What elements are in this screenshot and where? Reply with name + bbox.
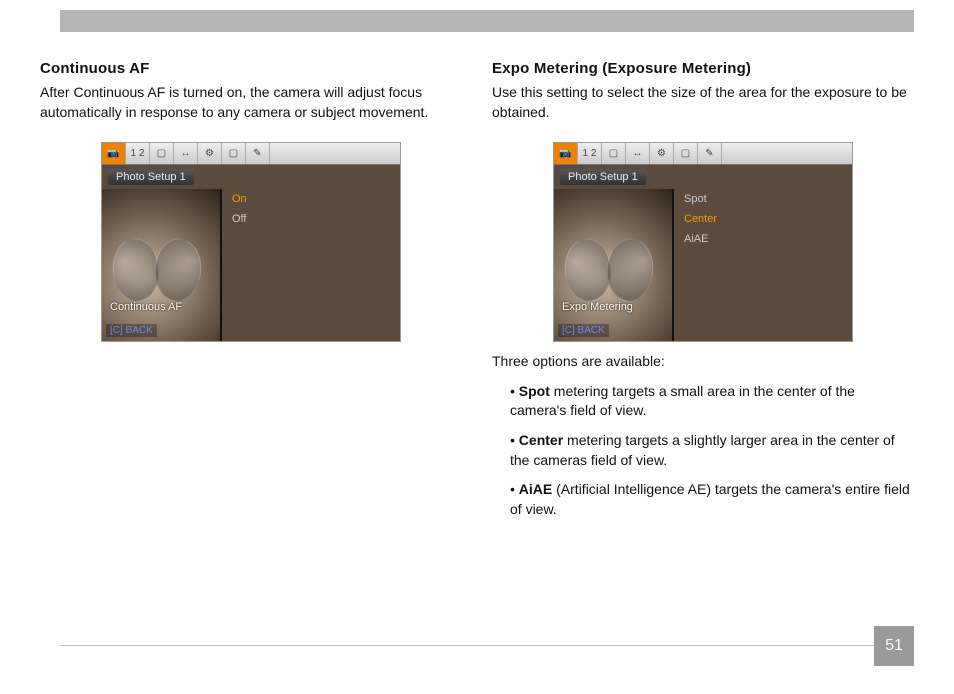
- bullet-aiae-text: (Artificial Intelligence AE) targets the…: [510, 481, 910, 517]
- option-list: On Off: [222, 189, 400, 229]
- bullet-spot: • Spot metering targets a small area in …: [510, 382, 914, 421]
- expo-metering-heading: Expo Metering (Exposure Metering): [492, 60, 914, 77]
- bullet-center-label: Center: [519, 432, 563, 448]
- tab-12: 1 2: [126, 143, 150, 164]
- back-hint: [C] BACK: [558, 324, 609, 337]
- manual-page: Continuous AF After Continuous AF is tur…: [0, 0, 954, 694]
- option-spot: Spot: [674, 189, 852, 209]
- two-column-layout: Continuous AF After Continuous AF is tur…: [40, 0, 914, 529]
- breadcrumb-photo-setup: Photo Setup 1: [560, 169, 646, 185]
- tab-icon: ↔: [626, 143, 650, 164]
- expo-metering-body: Use this setting to select the size of t…: [492, 83, 914, 122]
- tab-icon: ⚙: [198, 143, 222, 164]
- menu-section-label: Continuous AF: [110, 301, 182, 313]
- continuous-af-screenshot: 📷 1 2 ▢ ↔ ⚙ ▢ ✎ Photo Setup 1 Continuous…: [101, 142, 401, 342]
- options-intro: Three options are available:: [492, 352, 914, 372]
- expo-metering-screenshot: 📷 1 2 ▢ ↔ ⚙ ▢ ✎ Photo Setup 1 Expo Meter…: [553, 142, 853, 342]
- bullet-center: • Center metering targets a slightly lar…: [510, 431, 914, 470]
- tab-icon: ✎: [246, 143, 270, 164]
- tab-icon: ▢: [602, 143, 626, 164]
- bullet-center-text: metering targets a slightly larger area …: [510, 432, 895, 468]
- footer-rule: [60, 645, 874, 646]
- camera-tab-icon: 📷: [102, 143, 126, 164]
- tab-icon: ✎: [698, 143, 722, 164]
- bullet-aiae-label: AiAE: [519, 481, 552, 497]
- option-off: Off: [222, 209, 400, 229]
- tab-12: 1 2: [578, 143, 602, 164]
- options-bullets: • Spot metering targets a small area in …: [492, 382, 914, 520]
- tab-icon: ⚙: [650, 143, 674, 164]
- right-column: Expo Metering (Exposure Metering) Use th…: [492, 60, 914, 529]
- option-aiae: AiAE: [674, 229, 852, 249]
- butterfly-graphic: [564, 239, 654, 309]
- bullet-spot-text: metering targets a small area in the cen…: [510, 383, 855, 419]
- menu-left-bg: [554, 189, 672, 341]
- menu-left-bg: [102, 189, 220, 341]
- header-bar: [60, 10, 914, 32]
- menu-section-label: Expo Metering: [562, 301, 633, 313]
- tab-icon: ↔: [174, 143, 198, 164]
- tab-icon: ▢: [222, 143, 246, 164]
- menu-tabs: 📷 1 2 ▢ ↔ ⚙ ▢ ✎: [102, 143, 400, 165]
- menu-tabs: 📷 1 2 ▢ ↔ ⚙ ▢ ✎: [554, 143, 852, 165]
- option-center: Center: [674, 209, 852, 229]
- tab-icon: ▢: [150, 143, 174, 164]
- camera-tab-icon: 📷: [554, 143, 578, 164]
- left-column: Continuous AF After Continuous AF is tur…: [40, 60, 462, 529]
- option-on: On: [222, 189, 400, 209]
- option-list: Spot Center AiAE: [674, 189, 852, 249]
- bullet-spot-label: Spot: [519, 383, 550, 399]
- bullet-aiae: • AiAE (Artificial Intelligence AE) targ…: [510, 480, 914, 519]
- butterfly-graphic: [112, 239, 202, 309]
- tab-icon: ▢: [674, 143, 698, 164]
- page-number: 51: [874, 626, 914, 666]
- back-hint: [C] BACK: [106, 324, 157, 337]
- continuous-af-body: After Continuous AF is turned on, the ca…: [40, 83, 462, 122]
- continuous-af-heading: Continuous AF: [40, 60, 462, 77]
- breadcrumb-photo-setup: Photo Setup 1: [108, 169, 194, 185]
